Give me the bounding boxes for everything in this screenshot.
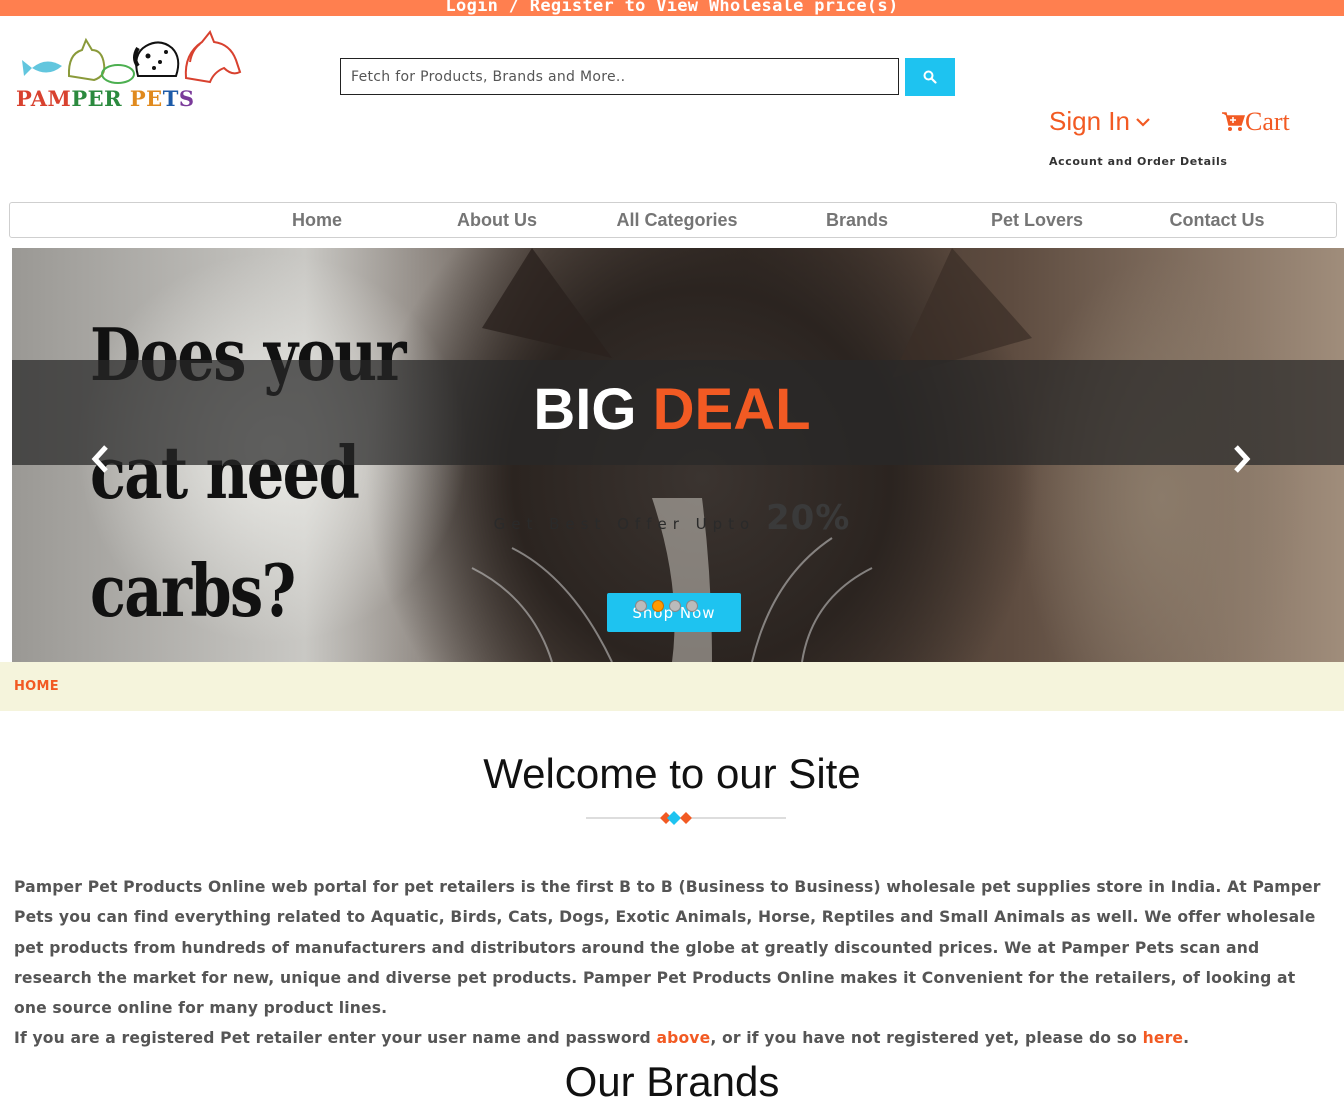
cart-icon: [1222, 112, 1245, 131]
logo-text-part: S: [178, 86, 195, 111]
chevron-down-icon: [1136, 117, 1150, 127]
nav-home[interactable]: Home: [227, 203, 407, 237]
nav-all-categories[interactable]: All Categories: [587, 203, 767, 237]
nav-brands[interactable]: Brands: [767, 203, 947, 237]
logo-text-part: PAM: [16, 86, 72, 111]
shop-now-button[interactable]: Shop Now: [607, 593, 741, 632]
hero-title-accent: DEAL: [652, 377, 811, 442]
search-icon: [923, 70, 937, 84]
logo-text-part: PE: [129, 86, 163, 111]
carousel-indicators: [635, 600, 698, 612]
chevron-left-icon[interactable]: [90, 444, 112, 474]
above-link[interactable]: above: [656, 1029, 710, 1047]
welcome-title: Welcome to our Site: [483, 750, 861, 797]
sign-in-dropdown[interactable]: Sign In: [1049, 106, 1150, 137]
pets-illustration: [22, 30, 242, 84]
hero-poster-text: Does your cat need carbs?: [90, 296, 407, 650]
hero-offer-text: Get Best Offer Upto: [493, 515, 756, 533]
logo-text-part: T: [162, 86, 179, 111]
welcome-paragraph: Pamper Pet Products Online web portal fo…: [14, 872, 1330, 1054]
top-login-banner-text[interactable]: Login / Register to View Wholesale price…: [446, 0, 899, 16]
brands-section-title: Our Brands: [564, 1058, 780, 1105]
cart-link[interactable]: Cart: [1221, 107, 1290, 137]
hero-offer-percent: 20%: [765, 498, 851, 538]
top-login-banner[interactable]: Login / Register to View Wholesale price…: [0, 0, 1344, 16]
nav-pet-lovers[interactable]: Pet Lovers: [947, 203, 1127, 237]
search-input[interactable]: [340, 58, 899, 95]
hero-offer: Get Best Offer Upto 20%: [12, 498, 1332, 538]
breadcrumb-home[interactable]: HOME: [14, 679, 59, 694]
welcome-paragraph-text: Pamper Pet Products Online web portal fo…: [14, 878, 1321, 1018]
register-text: If you are a registered Pet retailer ent…: [14, 1029, 657, 1048]
hero-title: BIG DEAL: [12, 376, 1332, 443]
logo-text-space: [122, 86, 130, 111]
title-divider: [586, 811, 786, 825]
carousel-dot[interactable]: [686, 600, 698, 612]
account-order-details-link[interactable]: Account and Order Details: [1049, 155, 1228, 168]
search-button[interactable]: [905, 58, 955, 96]
logo-wordmark: PAMPER PETS: [16, 86, 195, 111]
carousel-dot[interactable]: [669, 600, 681, 612]
main-nav: Home About Us All Categories Brands Pet …: [9, 202, 1337, 238]
register-text: , or if you have not registered yet, ple…: [710, 1029, 1143, 1048]
hero-carousel[interactable]: Does your cat need carbs? BIG DEAL Get B…: [12, 248, 1344, 662]
carousel-dot[interactable]: [635, 600, 647, 612]
sign-in-label[interactable]: Sign In: [1049, 106, 1130, 137]
site-logo[interactable]: PAMPER PETS: [14, 28, 266, 112]
here-link[interactable]: here: [1143, 1029, 1184, 1047]
poster-line: carbs?: [90, 548, 296, 633]
logo-text-part: PER: [71, 86, 123, 111]
breadcrumb: HOME: [0, 662, 1344, 711]
chevron-right-icon[interactable]: [1230, 444, 1252, 474]
nav-contact-us[interactable]: Contact Us: [1127, 203, 1307, 237]
hero-title-white: BIG: [533, 377, 637, 442]
register-text: .: [1183, 1029, 1190, 1048]
nav-about-us[interactable]: About Us: [407, 203, 587, 237]
cart-label[interactable]: Cart: [1245, 107, 1290, 137]
carousel-dot-active[interactable]: [652, 600, 664, 612]
